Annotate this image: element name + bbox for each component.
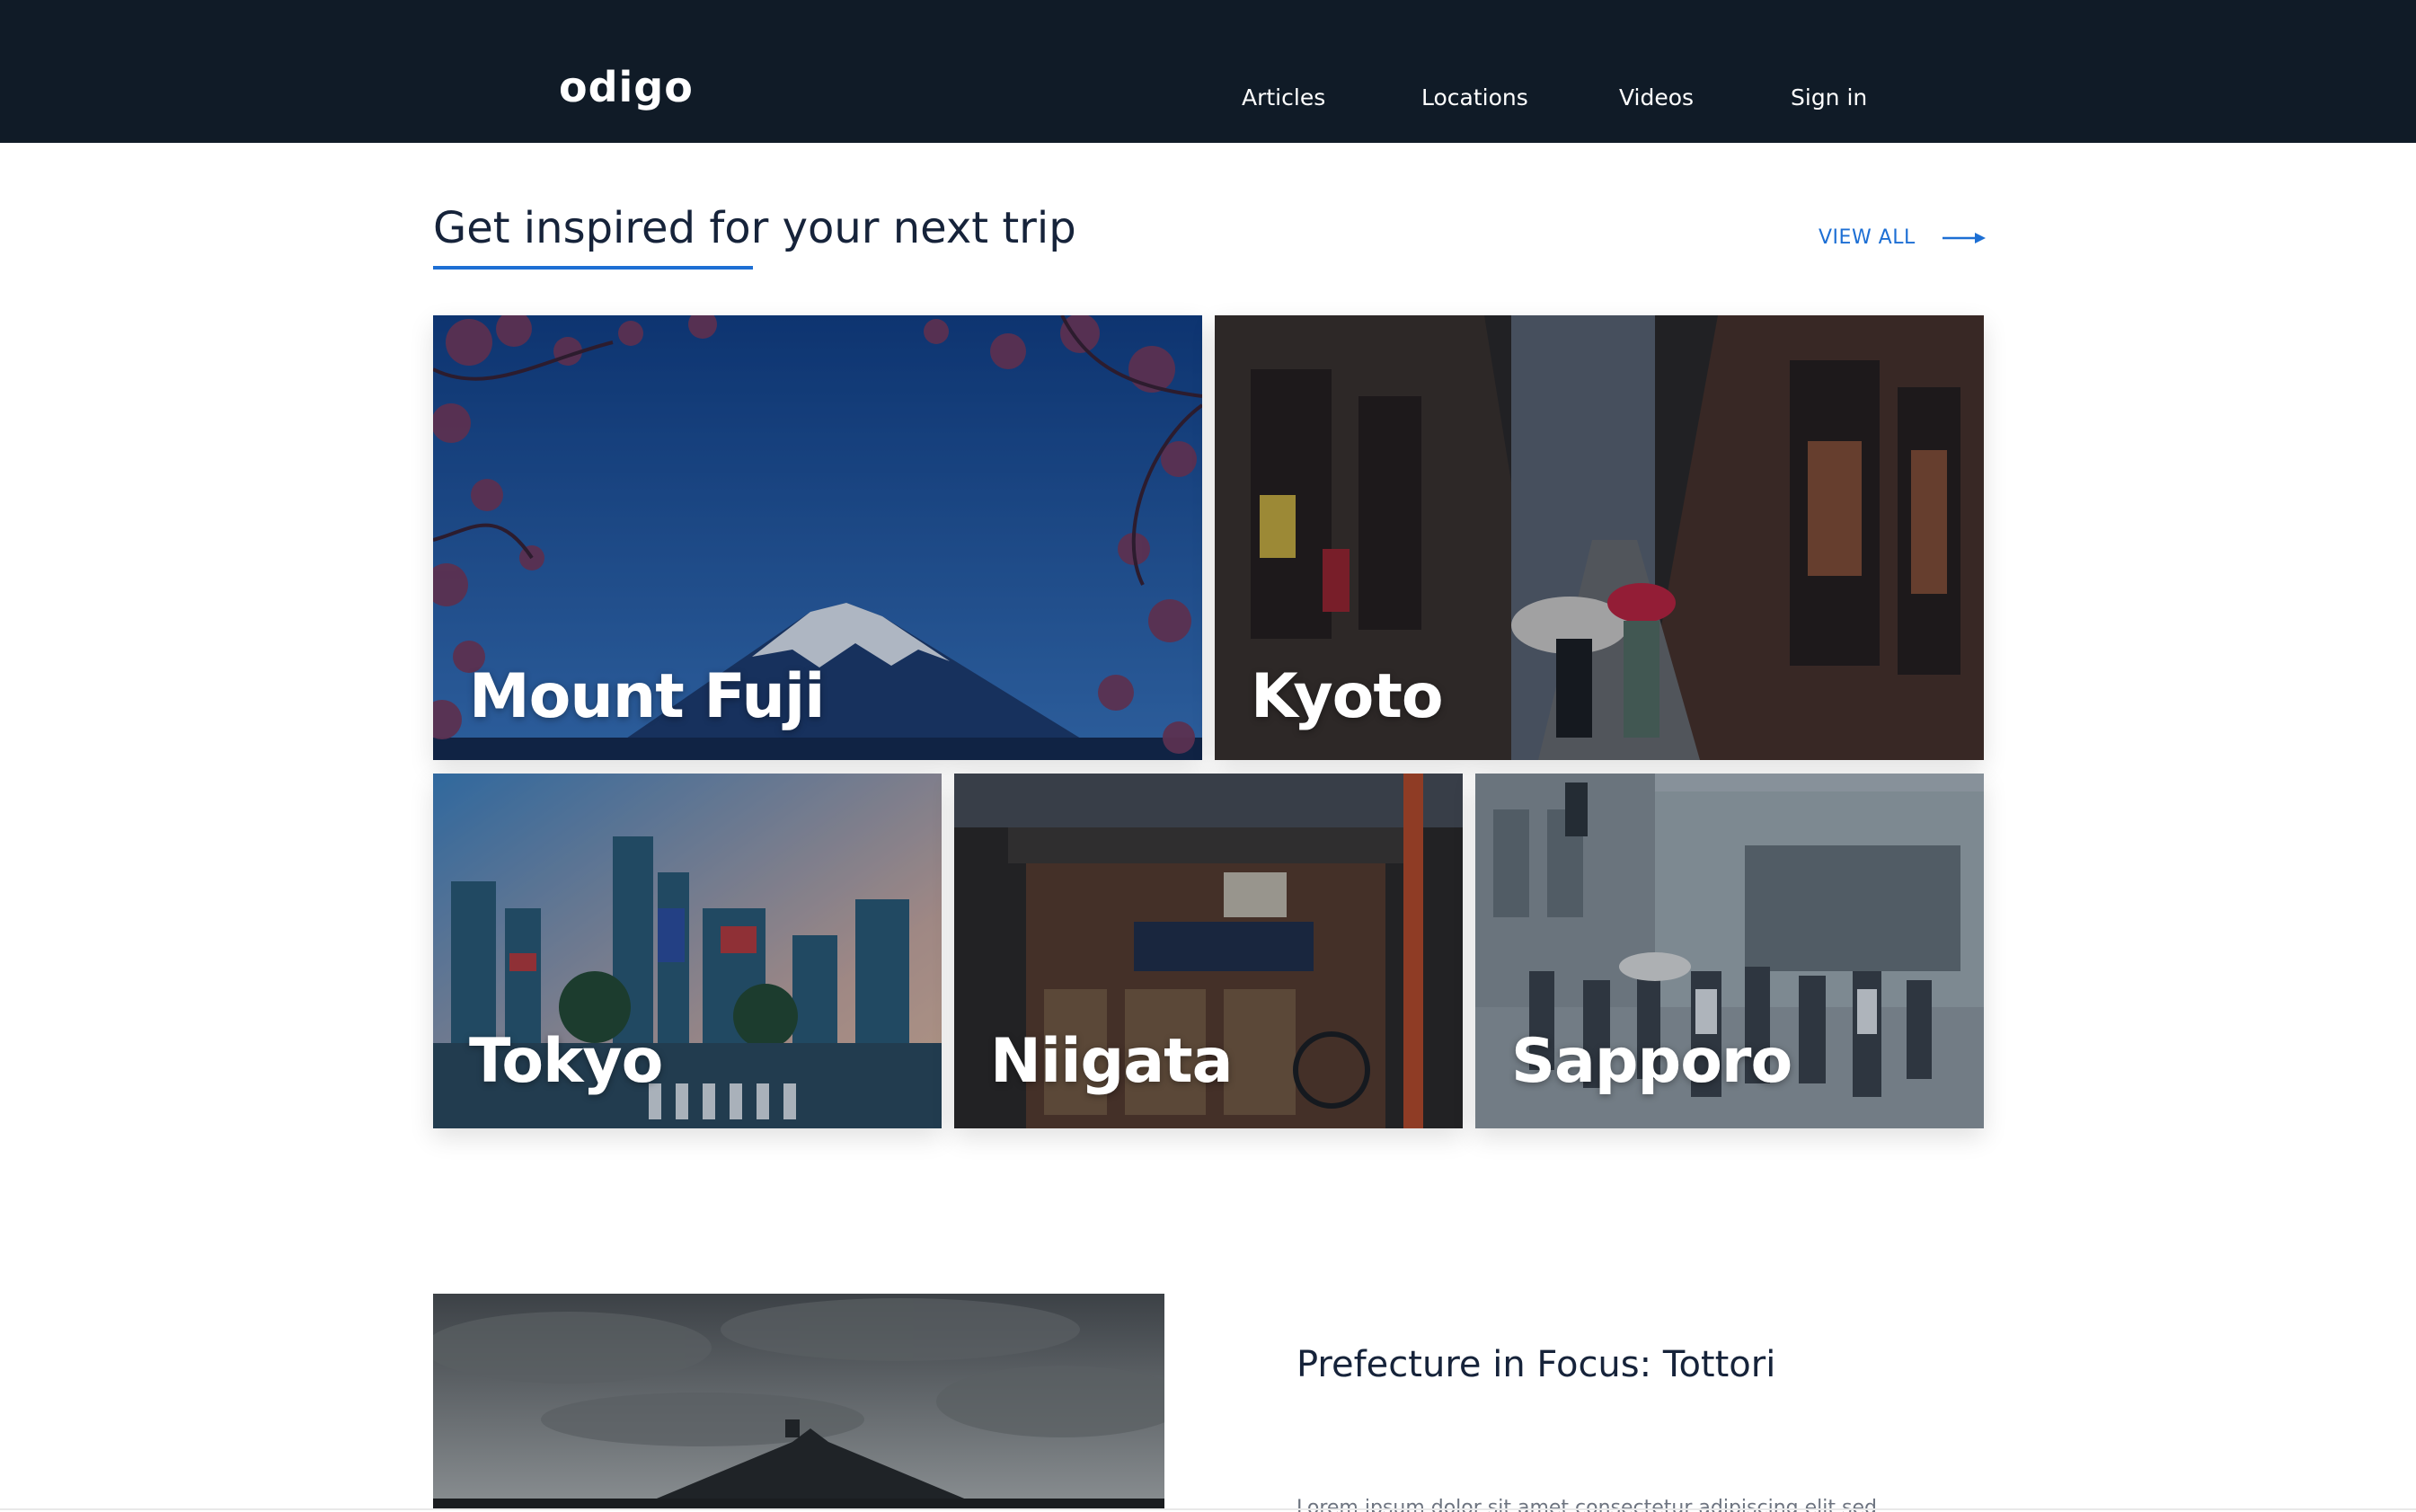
nav-link-sign-in[interactable]: Sign in xyxy=(1791,86,1867,109)
card-title-niigata: Niigata xyxy=(990,1026,1233,1097)
card-title-kyoto: Kyoto xyxy=(1251,661,1444,732)
tottori-image xyxy=(433,1294,1164,1509)
nav-link-videos[interactable]: Videos xyxy=(1619,86,1694,109)
title-underline xyxy=(433,266,753,270)
tottori-feature-image[interactable] xyxy=(433,1294,1164,1509)
destination-card-niigata[interactable]: Niigata xyxy=(954,774,1463,1128)
arrow-right-icon xyxy=(1942,232,1986,243)
view-all-link[interactable]: VIEW ALL xyxy=(1819,226,1986,249)
page-bottom-divider xyxy=(0,1508,2416,1510)
destination-card-sapporo[interactable]: Sapporo xyxy=(1475,774,1984,1128)
top-navbar: odigo Articles Locations Videos Sign in xyxy=(0,0,2416,143)
destination-card-tokyo[interactable]: Tokyo xyxy=(433,774,942,1128)
destination-card-mount-fuji[interactable]: Mount Fuji xyxy=(433,315,1202,760)
card-title-tokyo: Tokyo xyxy=(469,1026,663,1097)
card-title-mount-fuji: Mount Fuji xyxy=(469,661,825,732)
feature-title[interactable]: Prefecture in Focus: Tottori xyxy=(1296,1345,1775,1384)
nav-link-articles[interactable]: Articles xyxy=(1242,86,1325,109)
section-title: Get inspired for your next trip xyxy=(433,203,1076,253)
destination-card-kyoto[interactable]: Kyoto xyxy=(1215,315,1984,760)
nav-link-locations[interactable]: Locations xyxy=(1421,86,1528,109)
view-all-label: VIEW ALL xyxy=(1819,226,1916,249)
site-logo[interactable]: odigo xyxy=(559,66,694,108)
card-title-sapporo: Sapporo xyxy=(1511,1026,1792,1097)
